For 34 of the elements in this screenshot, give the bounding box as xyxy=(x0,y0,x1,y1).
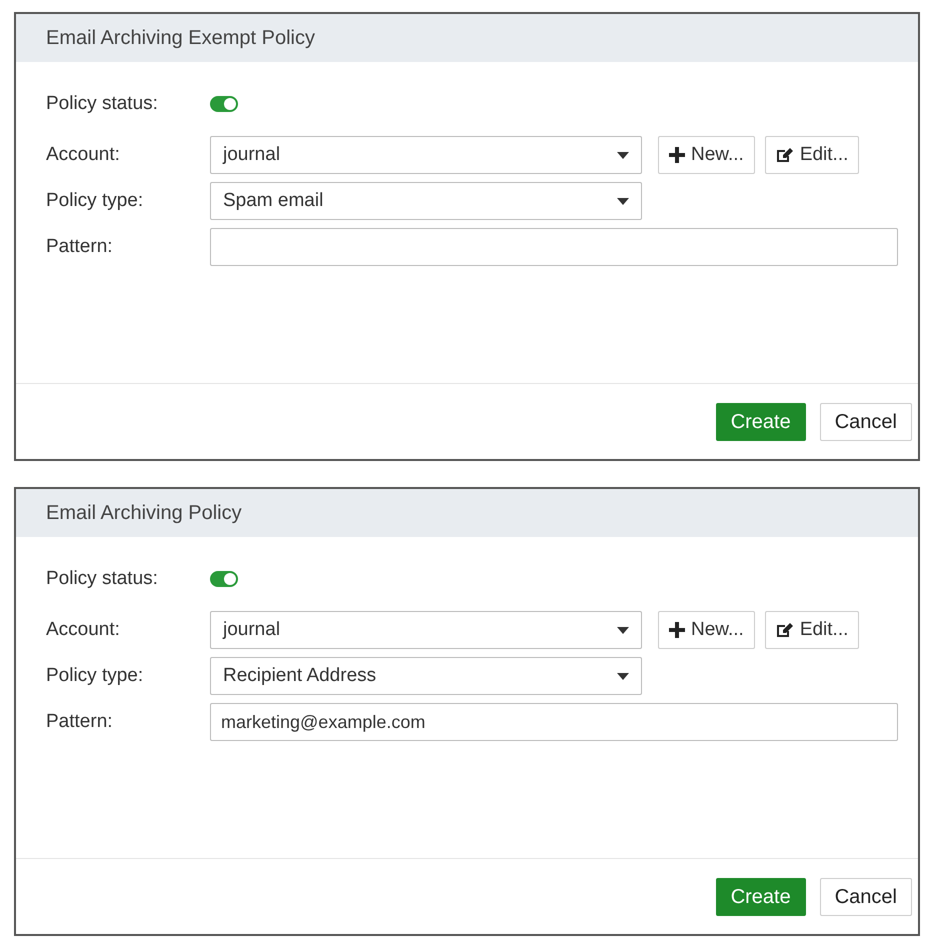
field-label: Account: xyxy=(46,142,121,167)
edit-icon xyxy=(776,147,794,163)
dropdown[interactable]: journal xyxy=(210,136,642,174)
dropdown[interactable]: Spam email xyxy=(210,182,642,220)
dialog-title: Email Archiving Exempt Policy xyxy=(16,14,918,62)
caret-icon xyxy=(617,672,629,680)
pattern-field[interactable]: marketing@example.com xyxy=(210,703,898,741)
toggle-switch[interactable] xyxy=(210,571,238,587)
field-label: Policy type: xyxy=(46,664,144,688)
dropdown[interactable]: Recipient Address xyxy=(210,657,642,695)
field-label: Policy type: xyxy=(46,188,144,213)
create-button[interactable]: Create xyxy=(716,402,806,440)
dialog-title: Email Archiving Policy xyxy=(16,489,918,537)
field-label: Policy status: xyxy=(46,92,159,116)
field-label: Pattern: xyxy=(46,234,114,259)
cancel-button[interactable]: Cancel xyxy=(820,878,912,916)
new-button[interactable]: New... xyxy=(658,611,755,649)
edit-button[interactable]: Edit... xyxy=(764,611,860,649)
toggle-switch[interactable] xyxy=(210,96,238,112)
caret-icon xyxy=(617,626,629,634)
caret-icon xyxy=(617,198,629,204)
field-label: Pattern: xyxy=(46,710,114,734)
cancel-button[interactable]: Cancel xyxy=(820,402,912,440)
dropdown[interactable]: journal xyxy=(210,611,642,649)
plus-icon xyxy=(669,622,685,638)
field-label: Account: xyxy=(46,618,121,642)
pattern-field[interactable] xyxy=(210,228,898,266)
new-button[interactable]: New... xyxy=(658,136,755,174)
caret-icon xyxy=(617,152,629,158)
field-label: Policy status: xyxy=(46,566,159,591)
plus-icon xyxy=(669,147,685,163)
edit-button[interactable]: Edit... xyxy=(764,136,860,174)
create-button[interactable]: Create xyxy=(716,878,806,916)
edit-icon xyxy=(776,622,794,638)
